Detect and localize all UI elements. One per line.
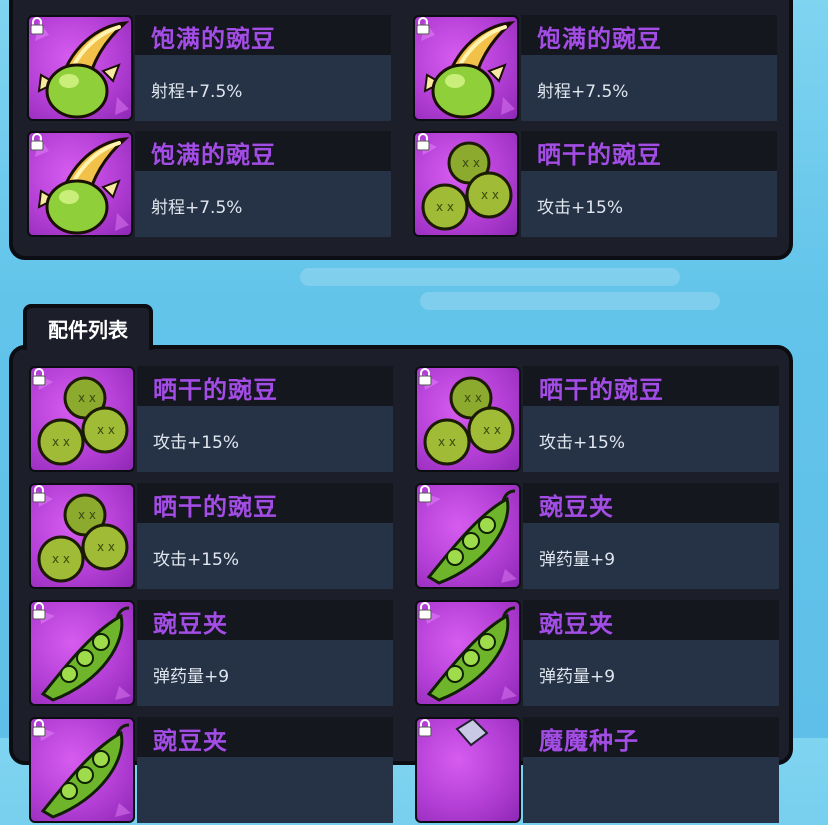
part-name-bar: 晒干的豌豆 — [137, 483, 393, 523]
dried-peas-icon: x x x x x x — [415, 366, 521, 472]
part-name: 豌豆夹 — [539, 610, 614, 638]
lock-icon — [30, 133, 44, 151]
part-card[interactable]: 饱满的豌豆 射程+7.5% — [413, 15, 777, 123]
part-desc-bar: 攻击+15% — [523, 406, 779, 472]
part-stat: 射程+7.5% — [151, 82, 243, 102]
svg-text:x x: x x — [52, 552, 70, 566]
part-card[interactable]: 豌豆夹 弹药量+9 — [415, 600, 779, 708]
part-desc-bar: 攻击+15% — [137, 523, 393, 589]
part-name: 豌豆夹 — [153, 727, 228, 755]
dried-peas-icon: x x x x x x — [29, 366, 135, 472]
magic-seed-icon — [415, 717, 521, 823]
part-card[interactable]: x x x x x x 晒干的豌豆 攻击+15% — [29, 483, 393, 591]
part-desc-bar: 射程+7.5% — [521, 55, 777, 121]
part-card[interactable]: 饱满的豌豆 射程+7.5% — [27, 131, 391, 239]
part-name-bar: 饱满的豌豆 — [135, 131, 391, 171]
svg-text:x x: x x — [436, 200, 454, 214]
lock-icon — [418, 602, 432, 620]
part-stat: 攻击+15% — [153, 550, 240, 570]
lock-icon — [32, 719, 46, 737]
part-card[interactable]: x x x x x x 晒干的豌豆 攻击+15% — [413, 131, 777, 239]
part-card[interactable]: 饱满的豌豆 射程+7.5% — [27, 15, 391, 123]
svg-text:x x: x x — [78, 508, 96, 522]
lock-icon — [32, 602, 46, 620]
part-name-bar: 晒干的豌豆 — [523, 366, 779, 406]
part-desc-bar: 弹药量+9 — [137, 640, 393, 706]
svg-text:x x: x x — [462, 156, 480, 170]
lock-icon — [32, 485, 46, 503]
part-name: 晒干的豌豆 — [537, 141, 662, 169]
part-stat: 攻击+15% — [153, 433, 240, 453]
part-name: 饱满的豌豆 — [151, 141, 276, 169]
part-card[interactable]: x x x x x x 晒干的豌豆 攻击+15% — [415, 366, 779, 474]
part-name-bar: 晒干的豌豆 — [137, 366, 393, 406]
part-stat: 射程+7.5% — [151, 198, 243, 218]
part-name-bar: 豌豆夹 — [137, 717, 393, 757]
part-stat: 射程+7.5% — [537, 82, 629, 102]
pea-pod-icon — [415, 600, 521, 706]
parts-list-tab: 配件列表 — [23, 304, 153, 350]
part-stat: 弹药量+9 — [539, 550, 616, 570]
part-desc-bar: 弹药量+9 — [523, 523, 779, 589]
pea-pod-icon — [29, 600, 135, 706]
pea-pod-icon — [415, 483, 521, 589]
part-name: 晒干的豌豆 — [539, 376, 664, 404]
part-name: 豌豆夹 — [153, 610, 228, 638]
part-card[interactable]: x x x x x x 晒干的豌豆 攻击+15% — [29, 366, 393, 474]
part-stat: 弹药量+9 — [153, 667, 230, 687]
lock-icon — [418, 719, 432, 737]
part-card[interactable]: 魔魔种子 — [415, 717, 779, 825]
part-stat: 弹药量+9 — [539, 667, 616, 687]
dried-peas-icon: x x x x x x — [29, 483, 135, 589]
lock-icon — [30, 17, 44, 35]
part-name-bar: 豌豆夹 — [523, 600, 779, 640]
part-stat: 攻击+15% — [539, 433, 626, 453]
pea-pod-icon — [29, 717, 135, 823]
svg-text:x x: x x — [438, 435, 456, 449]
part-name-bar: 饱满的豌豆 — [135, 15, 391, 55]
svg-text:x x: x x — [78, 391, 96, 405]
part-name: 晒干的豌豆 — [153, 493, 278, 521]
part-card[interactable]: 豌豆夹 弹药量+9 — [29, 600, 393, 708]
plump-pea-icon — [27, 15, 133, 121]
part-desc-bar: 弹药量+9 — [523, 640, 779, 706]
plump-pea-icon — [413, 15, 519, 121]
lock-icon — [416, 17, 430, 35]
part-desc-bar: 射程+7.5% — [135, 55, 391, 121]
part-name: 饱满的豌豆 — [151, 25, 276, 53]
part-desc-bar — [137, 757, 393, 823]
part-desc-bar — [523, 757, 779, 823]
part-name-bar: 饱满的豌豆 — [521, 15, 777, 55]
part-stat: 攻击+15% — [537, 198, 624, 218]
part-name: 魔魔种子 — [539, 727, 639, 755]
part-name-bar: 魔魔种子 — [523, 717, 779, 757]
background-streak — [300, 268, 680, 286]
svg-text:x x: x x — [481, 188, 499, 202]
part-card[interactable]: 豌豆夹 — [29, 717, 393, 825]
lock-icon — [32, 368, 46, 386]
part-card[interactable]: 豌豆夹 弹药量+9 — [415, 483, 779, 591]
part-name: 饱满的豌豆 — [537, 25, 662, 53]
plump-pea-icon — [27, 131, 133, 237]
lock-icon — [416, 133, 430, 151]
lock-icon — [418, 485, 432, 503]
part-desc-bar: 攻击+15% — [137, 406, 393, 472]
part-desc-bar: 射程+7.5% — [135, 171, 391, 237]
part-name: 晒干的豌豆 — [153, 376, 278, 404]
lock-icon — [418, 368, 432, 386]
svg-text:x x: x x — [464, 391, 482, 405]
svg-text:x x: x x — [52, 435, 70, 449]
part-name: 豌豆夹 — [539, 493, 614, 521]
part-desc-bar: 攻击+15% — [521, 171, 777, 237]
background-streak — [420, 292, 720, 310]
svg-text:x x: x x — [483, 423, 501, 437]
part-name-bar: 豌豆夹 — [137, 600, 393, 640]
svg-text:x x: x x — [97, 423, 115, 437]
part-name-bar: 晒干的豌豆 — [521, 131, 777, 171]
part-name-bar: 豌豆夹 — [523, 483, 779, 523]
svg-text:x x: x x — [97, 540, 115, 554]
dried-peas-icon: x x x x x x — [413, 131, 519, 237]
